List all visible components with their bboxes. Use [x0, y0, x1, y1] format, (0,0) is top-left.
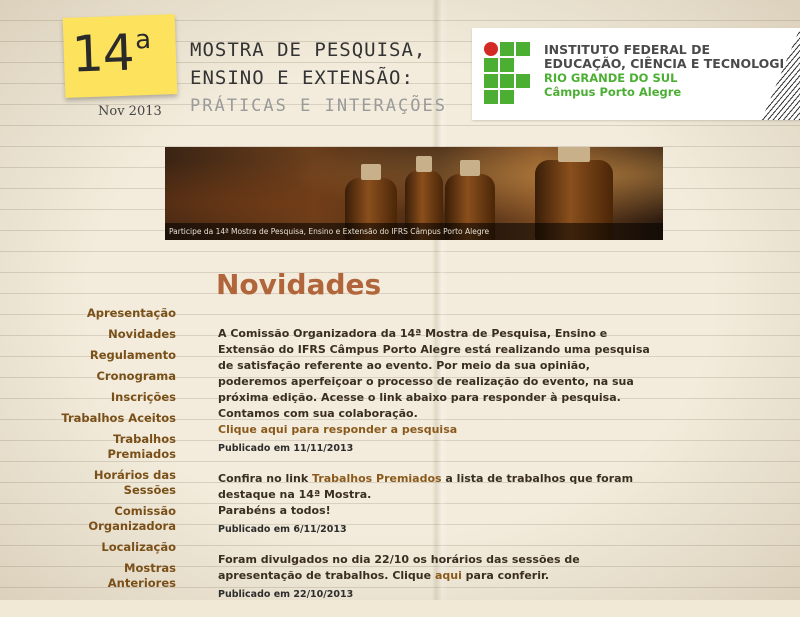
sidebar-item-cronograma[interactable]: Cronograma: [60, 369, 176, 384]
edition-number: 14a: [70, 23, 151, 84]
news-text: A Comissão Organizadora da 14ª Mostra de…: [218, 327, 650, 420]
if-logo-icon: [484, 42, 532, 106]
event-title: MOSTRA DE PESQUISA, ENSINO E EXTENSÃO: P…: [190, 36, 447, 120]
horarios-link[interactable]: aqui: [435, 569, 462, 582]
news-text: Confira no link Trabalhos Premiados a li…: [218, 472, 634, 501]
sidebar-item-apresentacao[interactable]: Apresentação: [60, 306, 176, 321]
survey-link[interactable]: Clique aqui para responder a pesquisa: [218, 423, 457, 436]
news-text: Foram divulgados no dia 22/10 os horário…: [218, 553, 580, 582]
trabalhos-premiados-link[interactable]: Trabalhos Premiados: [312, 472, 442, 485]
news-list: A Comissão Organizadora da 14ª Mostra de…: [218, 326, 658, 617]
institution-name: INSTITUTO FEDERAL DE EDUCAÇÃO, CIÊNCIA E…: [544, 42, 794, 100]
sticky-note: 14a: [62, 14, 178, 98]
page-title: Novidades: [216, 268, 382, 301]
sidebar-item-trabalhos-aceitos[interactable]: Trabalhos Aceitos: [60, 411, 176, 426]
event-date: Nov 2013: [98, 104, 162, 119]
sidebar-item-horarios[interactable]: Horários das Sessões: [60, 468, 176, 498]
event-title-line2: ENSINO E EXTENSÃO:: [190, 67, 414, 89]
sidebar-nav: Apresentação Novidades Regulamento Crono…: [60, 306, 176, 597]
event-subtitle: PRÁTICAS E INTERAÇÕES: [190, 96, 447, 116]
sidebar-item-localizacao[interactable]: Localização: [60, 540, 176, 555]
published-date: Publicado em 22/10/2013: [218, 589, 354, 600]
institution-logo[interactable]: INSTITUTO FEDERAL DE EDUCAÇÃO, CIÊNCIA E…: [472, 28, 800, 120]
news-item: Foram divulgados no dia 22/10 os horário…: [218, 552, 658, 603]
banner-image[interactable]: Participe da 14ª Mostra de Pesquisa, Ens…: [165, 147, 663, 240]
sidebar-item-regulamento[interactable]: Regulamento: [60, 348, 176, 363]
published-date: Publicado em 11/11/2013: [218, 443, 354, 454]
event-title-line1: MOSTRA DE PESQUISA,: [190, 39, 427, 61]
sidebar-item-trabalhos-premiados[interactable]: Trabalhos Premiados: [60, 432, 176, 462]
news-item: A Comissão Organizadora da 14ª Mostra de…: [218, 326, 658, 457]
sidebar-item-inscricoes[interactable]: Inscrições: [60, 390, 176, 405]
banner-caption: Participe da 14ª Mostra de Pesquisa, Ens…: [165, 223, 663, 240]
news-extra: Parabéns a todos!: [218, 504, 331, 517]
sidebar-item-comissao[interactable]: Comissão Organizadora: [60, 504, 176, 534]
news-item: Confira no link Trabalhos Premiados a li…: [218, 471, 658, 538]
sidebar-item-mostras-anteriores[interactable]: Mostras Anteriores: [60, 561, 176, 591]
sidebar-item-novidades[interactable]: Novidades: [60, 327, 176, 342]
published-date: Publicado em 6/11/2013: [218, 524, 347, 535]
